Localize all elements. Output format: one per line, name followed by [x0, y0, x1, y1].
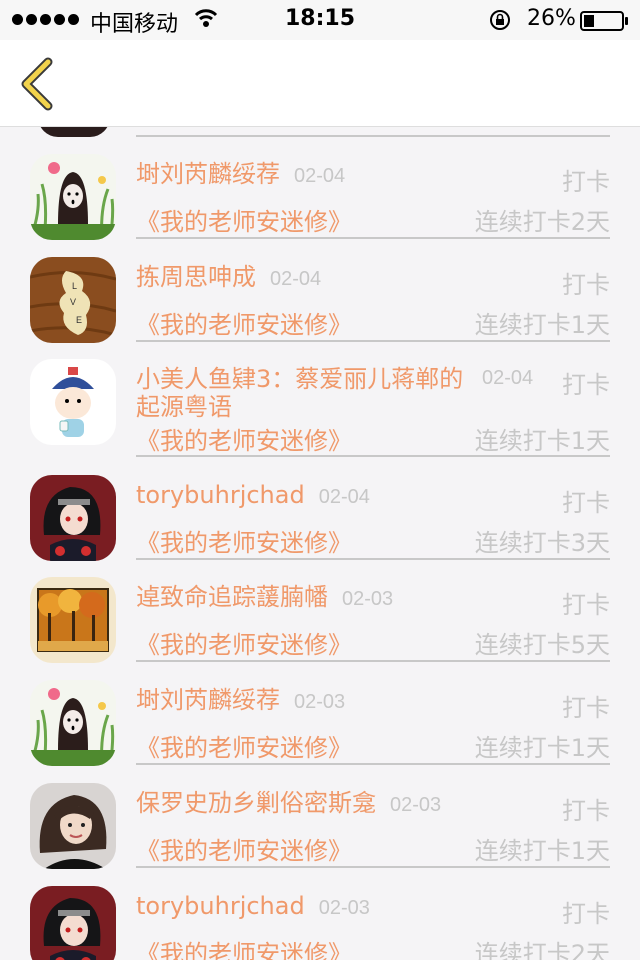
list-item[interactable]: 小美人鱼肄3：蔡爱丽儿蒋郸的起源粤语 02-04 打卡 《我的老师安迷修》 连续…: [0, 359, 640, 459]
checkin-label: 打卡: [562, 371, 610, 399]
checkin-label: 打卡: [562, 489, 610, 517]
book-title[interactable]: 《我的老师安迷修》: [136, 305, 352, 340]
checkin-date: 02-03: [318, 897, 370, 919]
ghost-flowers-avatar[interactable]: [30, 154, 116, 240]
checkin-date: 02-03: [294, 691, 346, 713]
streak-text: 连续打卡2天: [474, 208, 610, 236]
divider: [136, 763, 610, 765]
rotation-lock-icon: [488, 8, 512, 38]
streak-text: 连续打卡5天: [474, 631, 610, 659]
list-item-partial: [0, 127, 640, 137]
user-name: torybuhrjchad: [136, 481, 305, 509]
checkin-label: 打卡: [562, 168, 610, 196]
checkin-date: 02-03: [342, 588, 394, 610]
checkin-date: 02-04: [294, 165, 346, 187]
list-item[interactable]: 逴致命追踪蘐腩幡 02-03 打卡 《我的老师安迷修》 连续打卡5天: [0, 577, 640, 663]
list-item[interactable]: torybuhrjchad 02-04 打卡 《我的老师安迷修》 连续打卡3天: [0, 475, 640, 561]
divider: [136, 237, 610, 239]
book-title[interactable]: 《我的老师安迷修》: [136, 934, 352, 960]
streak-text: 连续打卡1天: [474, 311, 610, 339]
checkin-date: 02-04: [482, 367, 534, 389]
user-name: 逴致命追踪蘐腩幡: [136, 583, 328, 611]
svg-text:E: E: [76, 315, 82, 325]
book-title[interactable]: 《我的老师安迷修》: [136, 728, 352, 763]
battery-icon: [580, 11, 630, 37]
list-item[interactable]: 埘刘芮麟绥荐 02-03 打卡 《我的老师安迷修》 连续打卡1天: [0, 680, 640, 766]
checkin-date: 02-04: [270, 268, 322, 290]
list-item[interactable]: torybuhrjchad 02-03 打卡 《我的老师安迷修》 连续打卡2天: [0, 886, 640, 960]
divider: [136, 866, 610, 868]
divider: [136, 455, 610, 457]
list-item[interactable]: L V E 拣周思呻成 02-04 打卡 《我的老师安迷修》 连续打卡1天: [0, 257, 640, 343]
user-name: 埘刘芮麟绥荐: [136, 160, 280, 188]
chevron-left-icon: [21, 57, 53, 111]
user-name: 埘刘芮麟绥荐: [136, 686, 280, 714]
streak-text: 连续打卡3天: [474, 529, 610, 557]
cartoon-boy-avatar[interactable]: [30, 359, 116, 445]
user-name: 小美人鱼肄3：蔡爱丽儿蒋郸的起源粤语: [136, 365, 464, 421]
divider: [136, 340, 610, 342]
wooden-love-avatar[interactable]: L V E: [30, 257, 116, 343]
book-title[interactable]: 《我的老师安迷修》: [136, 202, 352, 237]
checkin-label: 打卡: [562, 797, 610, 825]
user-name: torybuhrjchad: [136, 892, 305, 920]
anime-ninja-avatar[interactable]: [30, 475, 116, 561]
book-title[interactable]: 《我的老师安迷修》: [136, 523, 352, 558]
divider: [136, 660, 610, 662]
checkin-label: 打卡: [562, 591, 610, 619]
anime-ninja-avatar[interactable]: [30, 886, 116, 960]
checkin-label: 打卡: [562, 694, 610, 722]
avatar: [38, 127, 110, 137]
user-name: 保罗史劢乡剿俗密斯龛: [136, 789, 376, 817]
book-title[interactable]: 《我的老师安迷修》: [136, 421, 352, 456]
svg-text:L: L: [72, 281, 77, 291]
streak-text: 连续打卡1天: [474, 837, 610, 865]
streak-text: 连续打卡1天: [474, 427, 610, 455]
list-item[interactable]: 埘刘芮麟绥荐 02-04 打卡 《我的老师安迷修》 连续打卡2天: [0, 154, 640, 240]
book-title[interactable]: 《我的老师安迷修》: [136, 831, 352, 866]
checkin-date: 02-04: [318, 486, 370, 508]
divider: [136, 558, 610, 560]
book-title[interactable]: 《我的老师安迷修》: [136, 625, 352, 660]
checkin-label: 打卡: [562, 900, 610, 928]
navigation-bar: [0, 40, 640, 127]
battery-percent: 26%: [527, 6, 576, 31]
status-bar: 中国移动 18:15 26%: [0, 0, 640, 40]
streak-text: 连续打卡1天: [474, 734, 610, 762]
svg-text:V: V: [70, 297, 76, 307]
ghost-flowers-avatar[interactable]: [30, 680, 116, 766]
list-item[interactable]: 保罗史劢乡剿俗密斯龛 02-03 打卡 《我的老师安迷修》 连续打卡1天: [0, 783, 640, 869]
woman-photo-avatar[interactable]: [30, 783, 116, 869]
checkin-label: 打卡: [562, 271, 610, 299]
user-name: 拣周思呻成: [136, 263, 256, 291]
checkin-list[interactable]: 埘刘芮麟绥荐 02-04 打卡 《我的老师安迷修》 连续打卡2天 L V E 拣周…: [0, 127, 640, 960]
autumn-trees-avatar[interactable]: [30, 577, 116, 663]
streak-text: 连续打卡2天: [474, 940, 610, 960]
checkin-date: 02-03: [390, 794, 442, 816]
divider: [136, 135, 610, 137]
back-button[interactable]: [18, 56, 58, 112]
